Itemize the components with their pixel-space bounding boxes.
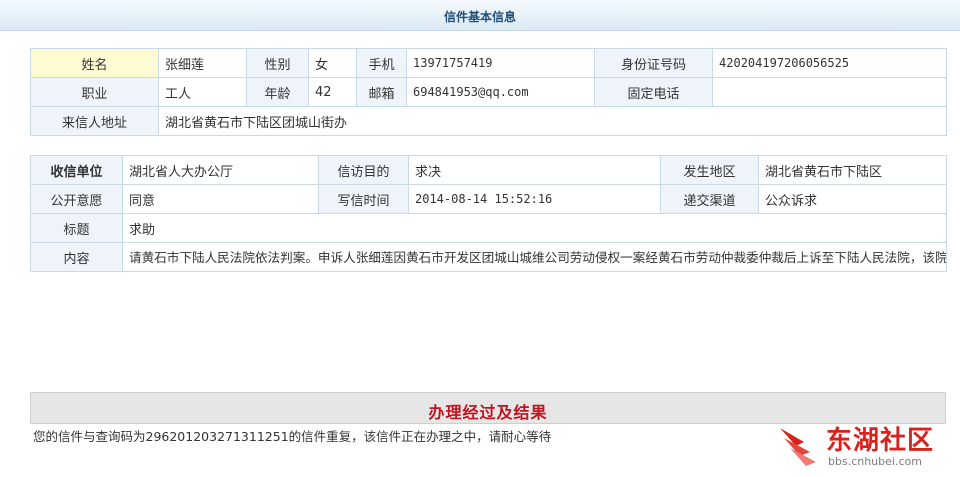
mobile-label: 手机 bbox=[356, 48, 407, 78]
recipient-label: 收信单位 bbox=[30, 155, 123, 185]
email-label: 邮箱 bbox=[356, 77, 407, 107]
region-value: 湖北省黄石市下陆区 bbox=[758, 155, 947, 185]
content-label: 内容 bbox=[30, 242, 123, 272]
public-value: 同意 bbox=[122, 184, 319, 214]
purpose-value: 求决 bbox=[408, 155, 661, 185]
watermark: 东湖社区 bbs.cnhubei.com bbox=[776, 420, 952, 472]
job-label: 职业 bbox=[30, 77, 159, 107]
purpose-label: 信访目的 bbox=[318, 155, 409, 185]
age-value: 42 bbox=[308, 77, 357, 107]
channel-value: 公众诉求 bbox=[758, 184, 947, 214]
table-row: 公开意愿 同意 写信时间 2014-08-14 15:52:16 递交渠道 公众… bbox=[30, 184, 947, 214]
letter-info-table: 收信单位 湖北省人大办公厅 信访目的 求决 发生地区 湖北省黄石市下陆区 公开意… bbox=[30, 155, 947, 272]
table-row: 收信单位 湖北省人大办公厅 信访目的 求决 发生地区 湖北省黄石市下陆区 bbox=[30, 155, 947, 185]
header-bar: 信件基本信息 bbox=[0, 0, 960, 31]
table-row: 姓名 张细莲 性别 女 手机 13971757419 身份证号码 4202041… bbox=[30, 48, 948, 78]
name-label: 姓名 bbox=[30, 48, 159, 78]
subject-value: 求助 bbox=[122, 213, 947, 243]
watermark-title: 东湖社区 bbox=[826, 426, 935, 456]
region-label: 发生地区 bbox=[660, 155, 759, 185]
watermark-url: bbs.cnhubei.com bbox=[828, 455, 922, 468]
time-value: 2014-08-14 15:52:16 bbox=[408, 184, 661, 214]
id-label: 身份证号码 bbox=[594, 48, 714, 78]
recipient-value: 湖北省人大办公厅 bbox=[122, 155, 319, 185]
table-row: 标题 求助 bbox=[30, 213, 947, 243]
table-row: 来信人地址 湖北省黄石市下陆区团城山街办 bbox=[30, 106, 948, 136]
watermark-logo-icon bbox=[780, 428, 816, 466]
id-value: 420204197206056525 bbox=[712, 48, 948, 78]
page-title: 信件基本信息 bbox=[443, 10, 516, 24]
name-value: 张细莲 bbox=[158, 48, 247, 78]
job-value: 工人 bbox=[158, 77, 247, 107]
content-value: 请黄石市下陆人民法院依法判案。申诉人张细莲因黄石市开发区团城山城维公司劳动侵权一… bbox=[122, 242, 947, 272]
age-label: 年龄 bbox=[246, 77, 309, 107]
result-title: 办理经过及结果 bbox=[428, 403, 548, 422]
address-label: 来信人地址 bbox=[30, 106, 159, 136]
gender-label: 性别 bbox=[246, 48, 309, 78]
channel-label: 递交渠道 bbox=[660, 184, 759, 214]
subject-label: 标题 bbox=[30, 213, 123, 243]
public-label: 公开意愿 bbox=[30, 184, 123, 214]
table-row: 内容 请黄石市下陆人民法院依法判案。申诉人张细莲因黄石市开发区团城山城维公司劳动… bbox=[30, 242, 947, 272]
result-text: 您的信件与查询码为296201203271311251的信件重复，该信件正在办理… bbox=[33, 429, 552, 444]
phone-value bbox=[712, 77, 948, 107]
mobile-value: 13971757419 bbox=[405, 48, 596, 78]
table-row: 职业 工人 年龄 42 邮箱 694841953@qq.com 固定电话 bbox=[30, 77, 948, 107]
gender-value: 女 bbox=[308, 48, 357, 78]
time-label: 写信时间 bbox=[318, 184, 409, 214]
address-value: 湖北省黄石市下陆区团城山街办 bbox=[157, 106, 948, 136]
email-value: 694841953@qq.com bbox=[405, 77, 596, 107]
phone-label: 固定电话 bbox=[594, 77, 714, 107]
sender-info-table: 姓名 张细莲 性别 女 手机 13971757419 身份证号码 4202041… bbox=[30, 48, 948, 136]
